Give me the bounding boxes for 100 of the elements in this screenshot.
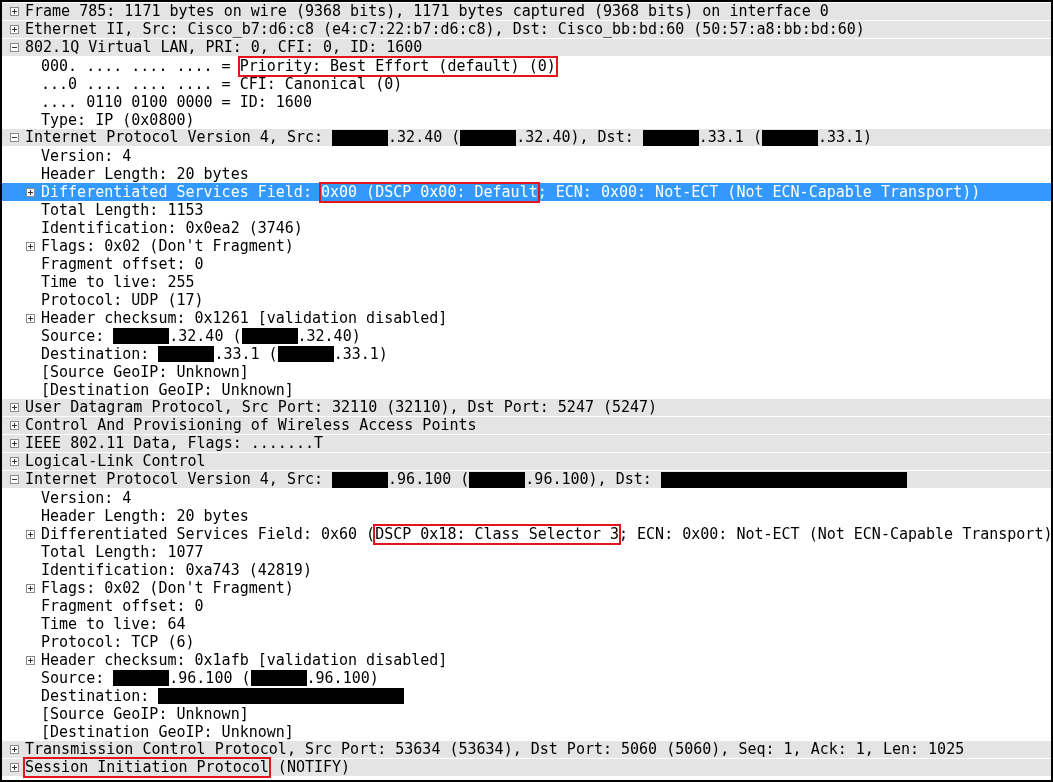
row-text: Destination: [41,687,151,705]
row-text: Source: [41,669,106,687]
row-text: Time to live: 255 [41,273,195,291]
expand-icon[interactable] [26,655,35,665]
expand-icon[interactable] [10,763,19,772]
tree-row[interactable]: Session Initiation Protocol (NOTIFY) [2,759,1051,777]
row-text: Time to live: 64 [41,615,186,633]
tree-row[interactable]: Protocol: TCP (6) [2,633,1051,651]
row-text: .96.100) [306,669,379,687]
expand-icon[interactable] [26,241,35,251]
tree-row[interactable]: [Destination GeoIP: Unknown] [2,723,1051,741]
tree-row[interactable]: [Source GeoIP: Unknown] [2,363,1051,381]
row-text: Frame 785: 1171 bytes on wire (9368 bits), 1171 bytes captured (9368 bits) on interface 0 [25,3,829,20]
row-text: Destination: [41,345,151,363]
tree-row[interactable]: Header Length: 20 bytes [2,507,1051,525]
row-text: Identification: 0xa743 (42819) [41,561,312,579]
tree-row[interactable]: 000. .... .... .... = Priority: Best Effort (default) (0) [2,57,1051,75]
tree-row[interactable]: Header checksum: 0x1261 [validation disabled] [2,309,1051,327]
collapse-icon[interactable] [10,133,19,142]
collapse-icon[interactable] [10,475,19,484]
row-text: .96.100 ( [388,471,470,488]
highlighted-text: 0x00 (DSCP 0x00: Default [320,183,538,201]
tree-row[interactable]: Flags: 0x02 (Don't Fragment) [2,237,1051,255]
row-text: Fragment offset: 0 [41,597,204,615]
tree-row[interactable]: Protocol: UDP (17) [2,291,1051,309]
row-text: .32.40) [297,327,361,345]
tree-row[interactable]: Type: IP (0x0800) [2,111,1051,129]
tree-row[interactable]: Destination: [2,687,1051,705]
expand-icon[interactable] [10,403,19,412]
tree-row[interactable]: Header Length: 20 bytes [2,165,1051,183]
tree-row[interactable]: Time to live: 64 [2,615,1051,633]
tree-row[interactable]: Ethernet II, Src: Cisco_b7:d6:c8 (e4:c7:22:b7:d6:c8), Dst: Cisco_bb:bd:60 (50:57:a8:bb:bd:60) [2,21,1051,39]
tree-row[interactable]: Logical-Link Control [2,453,1051,471]
row-text: 802.1Q Virtual LAN, PRI: 0, CFI: 0, ID: 1600 [25,39,423,56]
highlighted-text: DSCP 0x18: Class Selector 3 [375,525,619,543]
tree-row[interactable]: [Source GeoIP: Unknown] [2,705,1051,723]
expand-icon[interactable] [10,25,19,34]
tree-row[interactable]: .... 0110 0100 0000 = ID: 1600 [2,93,1051,111]
row-text: Ethernet II, Src: Cisco_b7:d6:c8 (e4:c7:22:b7:d6:c8), Dst: Cisco_bb:bd:60 (50:57:a8:bb:bd:60) [25,21,865,38]
expand-icon[interactable] [26,583,35,593]
tree-row[interactable]: User Datagram Protocol, Src Port: 32110 (32110), Dst Port: 5247 (5247) [2,399,1051,417]
tree-row[interactable]: Internet Protocol Version 4, Src: .32.40 ( .32.40), Dst: .33.1 ( .33.1) [2,129,1051,147]
row-text: Differentiated Services Field: [41,183,313,201]
row-text: .32.40 ( [388,129,461,146]
expand-icon[interactable] [10,421,19,430]
row-text: Internet Protocol Version 4, Src: [25,471,324,488]
row-text: (NOTIFY) [276,759,351,776]
tree-row[interactable]: Version: 4 [2,147,1051,165]
row-text: Version: 4 [41,489,132,507]
tree-row[interactable]: Total Length: 1077 [2,543,1051,561]
tree-row[interactable]: Control And Provisioning of Wireless Access Points [2,417,1051,435]
tree-row[interactable]: Differentiated Services Field: 0x60 (DSCP 0x18: Class Selector 3; ECN: 0x00: Not-ECT (Not ECN-Capable Transport) [2,525,1051,543]
tree-row[interactable]: Total Length: 1153 [2,201,1051,219]
tree-row[interactable]: Internet Protocol Version 4, Src: .96.100 ( .96.100), Dst: [2,471,1051,489]
tree-row[interactable]: Identification: 0x0ea2 (3746) [2,219,1051,237]
row-text: Header checksum: 0x1261 [validation disabled] [41,309,448,327]
expand-icon[interactable] [26,187,35,197]
expand-icon[interactable] [26,313,35,323]
row-text: Internet Protocol Version 4, Src: [25,129,324,146]
row-text: .33.1) [333,345,388,363]
tree-row[interactable]: Source: .96.100 ( .96.100) [2,669,1051,687]
tree-row[interactable]: Source: .32.40 ( .32.40) [2,327,1051,345]
tree-row[interactable]: Flags: 0x02 (Don't Fragment) [2,579,1051,597]
row-text: .33.1 ( [698,129,762,146]
row-text: [Destination GeoIP: Unknown] [41,723,294,741]
row-text: Total Length: 1077 [41,543,204,561]
tree-row[interactable]: Frame 785: 1171 bytes on wire (9368 bits), 1171 bytes captured (9368 bits) on interface 0 [2,3,1051,21]
tree-row[interactable]: Version: 4 [2,489,1051,507]
row-text: .... 0110 0100 0000 = ID: 1600 [41,93,312,111]
row-text: [Source GeoIP: Unknown] [41,363,249,381]
tree-row[interactable]: Identification: 0xa743 (42819) [2,561,1051,579]
row-text: ...0 .... .... .... = CFI: Canonical (0) [41,75,403,93]
row-text: Protocol: TCP (6) [41,633,195,651]
row-text: [Destination GeoIP: Unknown] [41,381,294,399]
collapse-icon[interactable] [10,43,19,52]
tree-row[interactable]: Fragment offset: 0 [2,597,1051,615]
tree-row[interactable]: Header checksum: 0x1afb [validation disabled] [2,651,1051,669]
expand-icon[interactable] [10,745,19,754]
expand-icon[interactable] [10,7,19,16]
tree-row[interactable]: IEEE 802.11 Data, Flags: .......T [2,435,1051,453]
expand-icon[interactable] [10,457,19,466]
tree-row[interactable]: Destination: .33.1 ( .33.1) [2,345,1051,363]
row-text: .33.1) [817,129,873,146]
tree-row[interactable]: Transmission Control Protocol, Src Port: 53634 (53634), Dst Port: 5060 (5060), Seq: 1, Ack: 1, Len: 1025 [2,741,1051,759]
tree-row[interactable]: [Destination GeoIP: Unknown] [2,381,1051,399]
row-text: Identification: 0x0ea2 (3746) [41,219,303,237]
row-text: Source: [41,327,106,345]
row-text: Flags: 0x02 (Don't Fragment) [41,579,294,597]
row-text: Differentiated Services Field: 0x60 ( [41,525,376,543]
row-text: .32.40), Dst: [516,129,635,146]
row-text: Flags: 0x02 (Don't Fragment) [41,237,294,255]
expand-icon[interactable] [10,439,19,448]
tree-row[interactable]: Time to live: 255 [2,273,1051,291]
tree-row[interactable]: ...0 .... .... .... = CFI: Canonical (0) [2,75,1051,93]
tree-row[interactable]: Fragment offset: 0 [2,255,1051,273]
tree-row[interactable]: 802.1Q Virtual LAN, PRI: 0, CFI: 0, ID: 1600 [2,39,1051,57]
row-text: Control And Provisioning of Wireless Access Points [25,417,477,434]
expand-icon[interactable] [26,529,35,539]
row-text: User Datagram Protocol, Src Port: 32110 (32110), Dst Port: 5247 (5247) [25,399,658,416]
row-text: Protocol: UDP (17) [41,291,204,309]
